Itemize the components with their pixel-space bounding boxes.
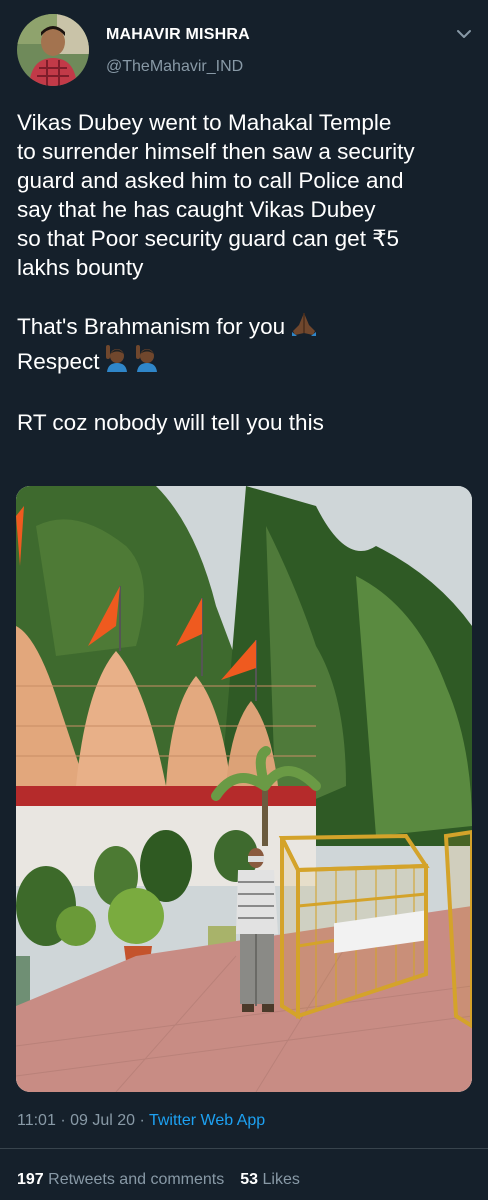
retweets-label: Retweets and comments <box>48 1171 225 1188</box>
user-handle[interactable]: @TheMahavir_IND <box>106 58 243 76</box>
tweet-source-link[interactable]: Twitter Web App <box>149 1112 265 1129</box>
tweet-text: Vikas Dubey went to Mahakal Temple to su… <box>17 108 479 437</box>
retweets-link[interactable]: 197 Retweets and comments <box>17 1171 224 1188</box>
tweet-line: say that he has caught Vikas Dubey <box>17 197 376 222</box>
tweet-line: Respect <box>17 344 479 379</box>
engagement-stats: 197 Retweets and comments 53 Likes <box>17 1171 300 1189</box>
tweet-date: 09 Jul 20 <box>70 1112 136 1129</box>
tweet-line: That's Brahmanism for you <box>17 311 479 344</box>
tweet-card: MAHAVIR MISHRA @TheMahavir_IND Vikas Dub… <box>0 0 488 1200</box>
tweet-line: so that Poor security guard can get ₹5 <box>17 226 400 251</box>
tweet-line: Vikas Dubey went to Mahakal Temple <box>17 110 392 135</box>
folded-hands-emoji <box>289 311 319 344</box>
tweet-time: 11:01 <box>17 1112 56 1129</box>
retweets-count: 197 <box>17 1171 44 1188</box>
separator-dot: · <box>139 1112 145 1129</box>
tweet-line: guard and asked him to call Police and <box>17 168 404 193</box>
likes-label: Likes <box>262 1171 300 1188</box>
tweet-line: RT coz nobody will tell you this <box>17 410 324 435</box>
raising-hand-emoji <box>104 344 130 379</box>
raising-hand-emoji <box>134 344 160 379</box>
likes-link[interactable]: 53 Likes <box>240 1171 300 1188</box>
likes-count: 53 <box>240 1171 259 1188</box>
chevron-down-icon[interactable] <box>452 22 476 46</box>
tweet-line-text: Respect <box>17 349 100 374</box>
avatar[interactable] <box>17 14 89 86</box>
tweet-line: to surrender himself then saw a security <box>17 139 415 164</box>
tweet-timestamp[interactable]: 11:01 · 09 Jul 20 · Twitter Web App <box>17 1112 265 1130</box>
tweet-line-text: That's Brahmanism for you <box>17 314 286 339</box>
display-name[interactable]: MAHAVIR MISHRA <box>106 26 250 44</box>
divider <box>0 1148 488 1149</box>
tweet-line: lakhs bounty <box>17 255 144 280</box>
tweet-photo[interactable] <box>16 486 472 1092</box>
separator-dot: · <box>60 1112 66 1129</box>
